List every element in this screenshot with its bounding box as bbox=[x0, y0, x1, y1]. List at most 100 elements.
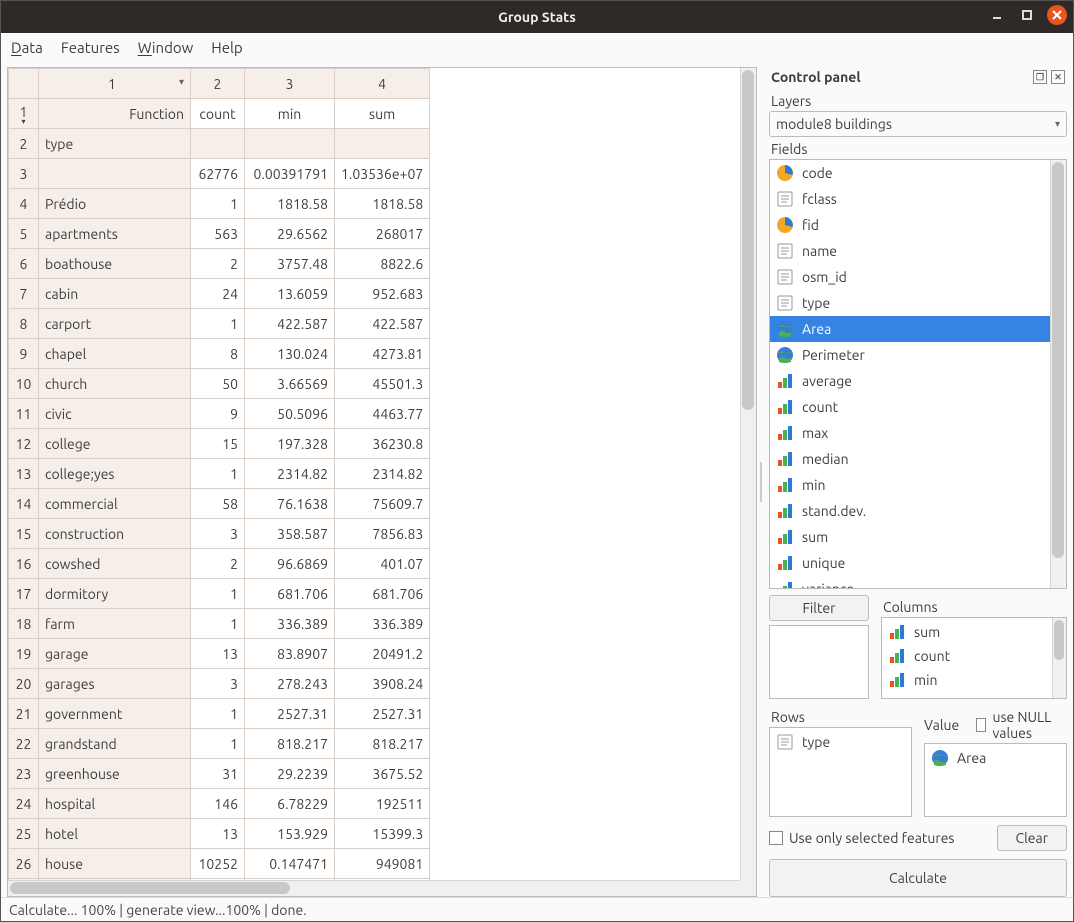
menu-help[interactable]: Help bbox=[211, 39, 242, 56]
field-item-max[interactable]: max bbox=[770, 420, 1066, 446]
row-header[interactable]: 24 bbox=[9, 789, 39, 819]
field-item-median[interactable]: median bbox=[770, 446, 1066, 472]
use-selected-checkbox[interactable] bbox=[769, 831, 783, 845]
row-header[interactable]: 13 bbox=[9, 459, 39, 489]
use-null-checkbox[interactable] bbox=[976, 718, 987, 732]
table-row[interactable]: 3627760.003917911.03536e+07 bbox=[9, 159, 430, 189]
field-item-variance[interactable]: variance bbox=[770, 576, 1066, 589]
table-row[interactable]: 24hospital1466.78229192511 bbox=[9, 789, 430, 819]
menu-window[interactable]: Window bbox=[138, 39, 194, 56]
field-item-area[interactable]: Area bbox=[770, 316, 1066, 342]
table-row[interactable]: 20garages3278.2433908.24 bbox=[9, 669, 430, 699]
calculate-button[interactable]: Calculate bbox=[769, 859, 1067, 897]
table-row[interactable]: 11civic950.50964463.77 bbox=[9, 399, 430, 429]
field-item-standdev[interactable]: stand.dev. bbox=[770, 498, 1066, 524]
row-header[interactable]: 23 bbox=[9, 759, 39, 789]
dropzone-item-type[interactable]: type bbox=[772, 730, 909, 754]
field-item-count[interactable]: count bbox=[770, 394, 1066, 420]
row-header[interactable]: 6 bbox=[9, 249, 39, 279]
table-row[interactable]: 14commercial5876.163875609.7 bbox=[9, 489, 430, 519]
table-row[interactable]: 12college15197.32836230.8 bbox=[9, 429, 430, 459]
table-row[interactable]: 16cowshed296.6869401.07 bbox=[9, 549, 430, 579]
table-row[interactable]: 21government12527.312527.31 bbox=[9, 699, 430, 729]
row-header[interactable]: 12 bbox=[9, 429, 39, 459]
detach-panel-icon[interactable]: ❐ bbox=[1033, 70, 1047, 84]
table-row[interactable]: 19garage1383.890720491.2 bbox=[9, 639, 430, 669]
filter-dropzone[interactable] bbox=[769, 625, 869, 699]
clear-button[interactable]: Clear bbox=[997, 825, 1067, 851]
row-header[interactable]: 9 bbox=[9, 339, 39, 369]
row-header[interactable]: 3 bbox=[9, 159, 39, 189]
dropzone-item-area[interactable]: Area bbox=[927, 746, 1064, 770]
table-row[interactable]: 8carport1422.587422.587 bbox=[9, 309, 430, 339]
pane-splitter[interactable] bbox=[757, 67, 765, 897]
sort-dropdown-icon[interactable]: ▾ bbox=[179, 76, 184, 88]
row-header[interactable]: 15 bbox=[9, 519, 39, 549]
field-item-type[interactable]: type bbox=[770, 290, 1066, 316]
row-header[interactable]: 5 bbox=[9, 219, 39, 249]
fields-scrollbar[interactable] bbox=[1050, 160, 1066, 588]
field-item-osmid[interactable]: osm_id bbox=[770, 264, 1066, 290]
table-row[interactable]: 6boathouse23757.488822.6 bbox=[9, 249, 430, 279]
row-header[interactable]: 10 bbox=[9, 369, 39, 399]
row-header-2[interactable]: 2 bbox=[9, 129, 39, 159]
dropzone-item-count[interactable]: count bbox=[884, 644, 1064, 668]
row-header-1[interactable]: 1▾ bbox=[9, 99, 39, 129]
table-row[interactable]: 18farm1336.389336.389 bbox=[9, 609, 430, 639]
row-header[interactable]: 22 bbox=[9, 729, 39, 759]
corner-cell[interactable] bbox=[9, 69, 39, 99]
table-row[interactable]: 4Prédio11818.581818.58 bbox=[9, 189, 430, 219]
field-item-name[interactable]: name bbox=[770, 238, 1066, 264]
table-row[interactable]: 5apartments56329.6562268017 bbox=[9, 219, 430, 249]
table-row[interactable]: 22grandstand1818.217818.217 bbox=[9, 729, 430, 759]
dropzone-item-sum[interactable]: sum bbox=[884, 620, 1064, 644]
field-item-fclass[interactable]: fclass bbox=[770, 186, 1066, 212]
field-item-code[interactable]: code bbox=[770, 160, 1066, 186]
row-header[interactable]: 7 bbox=[9, 279, 39, 309]
table-scrollbar-vertical[interactable] bbox=[740, 68, 756, 880]
row-header[interactable]: 20 bbox=[9, 669, 39, 699]
results-table[interactable]: 1▾ 2 3 4 1▾ Function count min sum 2 bbox=[8, 68, 430, 897]
col-header-2[interactable]: 2 bbox=[191, 69, 245, 99]
col-header-1[interactable]: 1▾ bbox=[39, 69, 191, 99]
field-item-average[interactable]: average bbox=[770, 368, 1066, 394]
col-header-4[interactable]: 4 bbox=[335, 69, 430, 99]
dropzone-item-min[interactable]: min bbox=[884, 668, 1064, 692]
minimize-button[interactable] bbox=[987, 5, 1007, 25]
field-item-min[interactable]: min bbox=[770, 472, 1066, 498]
table-row[interactable]: 10church503.6656945501.3 bbox=[9, 369, 430, 399]
columns-scrollbar[interactable] bbox=[1052, 618, 1066, 698]
row-header[interactable]: 18 bbox=[9, 609, 39, 639]
field-item-fid[interactable]: fid bbox=[770, 212, 1066, 238]
row-header[interactable]: 17 bbox=[9, 579, 39, 609]
menu-data[interactable]: Data bbox=[11, 39, 43, 56]
table-row[interactable]: 23greenhouse3129.22393675.52 bbox=[9, 759, 430, 789]
columns-dropzone[interactable]: sumcountmin bbox=[881, 617, 1067, 699]
row-header[interactable]: 26 bbox=[9, 849, 39, 879]
row-header[interactable]: 8 bbox=[9, 309, 39, 339]
field-item-perimeter[interactable]: Perimeter bbox=[770, 342, 1066, 368]
rows-dropzone[interactable]: type bbox=[769, 727, 912, 817]
row-header[interactable]: 21 bbox=[9, 699, 39, 729]
close-button[interactable] bbox=[1047, 5, 1067, 25]
field-item-unique[interactable]: unique bbox=[770, 550, 1066, 576]
table-row[interactable]: 13college;yes12314.822314.82 bbox=[9, 459, 430, 489]
table-row[interactable]: 25hotel13153.92915399.3 bbox=[9, 819, 430, 849]
maximize-button[interactable] bbox=[1017, 5, 1037, 25]
value-dropzone[interactable]: Area bbox=[924, 743, 1067, 817]
table-row[interactable]: 26house102520.147471949081 bbox=[9, 849, 430, 879]
row-header[interactable]: 4 bbox=[9, 189, 39, 219]
row-header[interactable]: 19 bbox=[9, 639, 39, 669]
table-row[interactable]: 7cabin2413.6059952.683 bbox=[9, 279, 430, 309]
row-header[interactable]: 25 bbox=[9, 819, 39, 849]
row-header[interactable]: 16 bbox=[9, 549, 39, 579]
table-row[interactable]: 15construction3358.5877856.83 bbox=[9, 519, 430, 549]
table-scrollbar-horizontal[interactable] bbox=[8, 880, 740, 896]
close-panel-icon[interactable]: ✕ bbox=[1051, 70, 1065, 84]
field-item-sum[interactable]: sum bbox=[770, 524, 1066, 550]
layers-combo[interactable]: module8 buildings ▾ bbox=[769, 111, 1067, 137]
menu-features[interactable]: Features bbox=[61, 39, 120, 56]
row-header[interactable]: 14 bbox=[9, 489, 39, 519]
filter-button[interactable]: Filter bbox=[769, 595, 869, 621]
table-row[interactable]: 17dormitory1681.706681.706 bbox=[9, 579, 430, 609]
